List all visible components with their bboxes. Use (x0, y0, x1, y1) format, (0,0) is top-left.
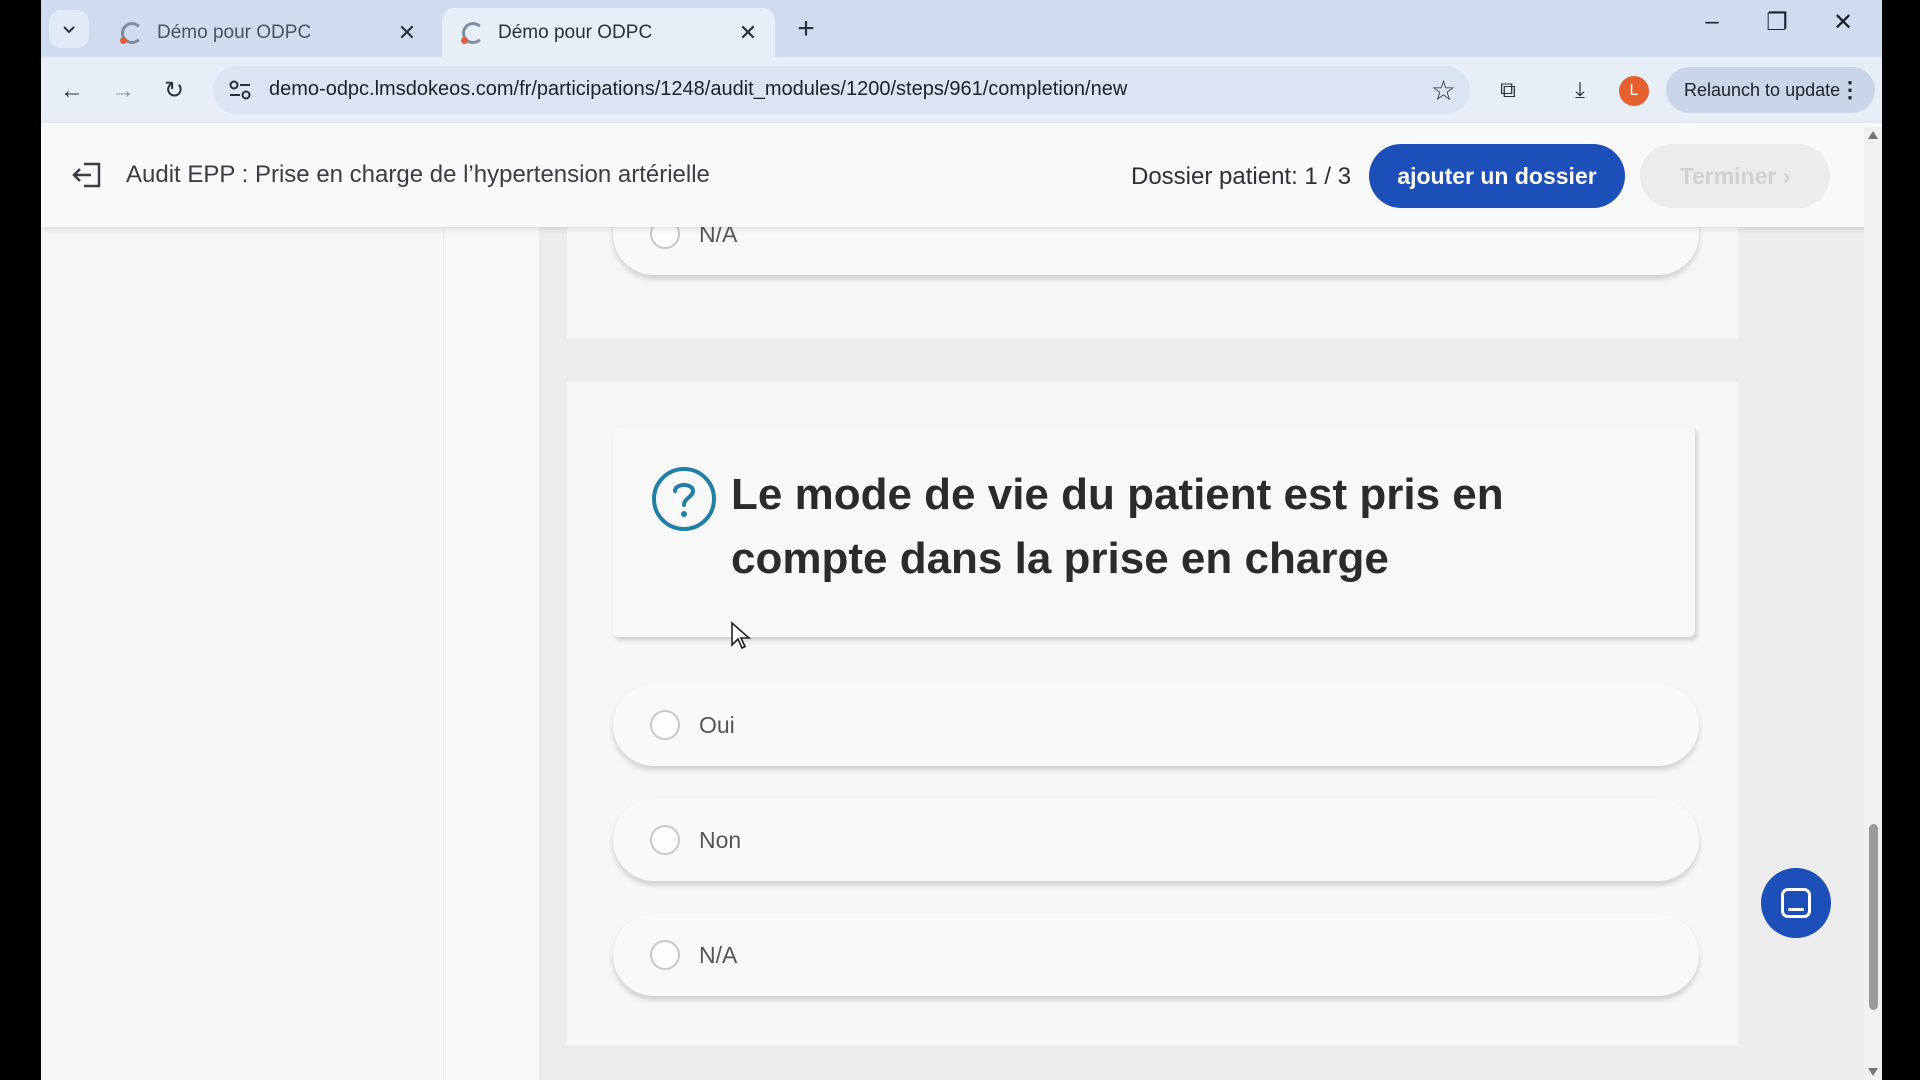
radio-button[interactable] (650, 940, 680, 970)
tab-search-button[interactable] (49, 10, 89, 48)
add-dossier-button[interactable]: ajouter un dossier (1369, 144, 1625, 208)
page-title: Audit EPP : Prise en charge de l’hyperte… (126, 161, 710, 188)
app-header: Audit EPP : Prise en charge de l’hyperte… (41, 123, 1882, 227)
main-area: N/A Le mode de vie du patient est pris e… (41, 193, 1882, 1080)
back-icon[interactable]: ← (55, 74, 89, 108)
option-oui[interactable]: Oui (613, 684, 1699, 766)
extensions-icon[interactable]: ⧉ (1490, 72, 1526, 108)
finish-label: Terminer (1679, 163, 1777, 189)
chat-icon (1781, 888, 1811, 918)
radio-button[interactable] (650, 710, 680, 740)
tab-title: Démo pour ODPC (157, 21, 312, 43)
restore-icon[interactable]: ❐ (1757, 8, 1797, 37)
address-bar[interactable]: demo-odpc.lmsdokeos.com/fr/participation… (213, 66, 1470, 114)
question-card: Le mode de vie du patient est pris en co… (567, 382, 1738, 1046)
scrollbar-thumb[interactable] (1869, 824, 1878, 1010)
new-tab-button[interactable]: + (789, 12, 823, 46)
close-icon[interactable]: ✕ (394, 20, 420, 46)
scroll-down-icon[interactable] (1868, 1068, 1878, 1076)
close-icon[interactable]: ✕ (735, 20, 761, 46)
tab-strip: Démo pour ODPC ✕ Démo pour ODPC ✕ + – ❐ … (41, 0, 1882, 57)
menu-dots-icon[interactable]: ⋮ (1839, 67, 1861, 113)
previous-question-card: N/A (567, 193, 1738, 339)
profile-avatar[interactable]: L (1619, 76, 1649, 106)
questions-panel[interactable]: N/A Le mode de vie du patient est pris e… (539, 193, 1882, 1080)
download-icon[interactable]: ⤓ (1562, 72, 1598, 108)
left-sidebar (41, 227, 444, 1080)
option-na[interactable]: N/A (613, 914, 1699, 996)
chat-widget-button[interactable] (1761, 868, 1831, 938)
tab-title: Démo pour ODPC (498, 21, 653, 43)
option-non[interactable]: Non (613, 799, 1699, 881)
scroll-up-icon[interactable] (1868, 131, 1878, 139)
url-text: demo-odpc.lmsdokeos.com/fr/participation… (269, 78, 1128, 100)
mouse-cursor-icon (731, 621, 752, 650)
option-label: Oui (699, 712, 735, 738)
browser-toolbar: ← → ↻ demo-odpc.lmsdokeos.com/fr/partici… (41, 57, 1882, 123)
page-scrollbar[interactable] (1864, 127, 1882, 1080)
relaunch-label: Relaunch to update (1684, 80, 1841, 100)
option-label: N/A (699, 942, 738, 968)
finish-button[interactable]: Terminer › (1640, 144, 1830, 208)
site-settings-icon[interactable] (227, 78, 253, 102)
loading-spinner-icon (461, 21, 484, 44)
relaunch-button[interactable]: Relaunch to update ⋮ (1666, 67, 1875, 113)
question-box: Le mode de vie du patient est pris en co… (613, 427, 1695, 637)
reload-icon[interactable]: ↻ (157, 74, 191, 108)
bookmark-star-icon[interactable]: ☆ (1431, 74, 1456, 107)
browser-window: Démo pour ODPC ✕ Démo pour ODPC ✕ + – ❐ … (41, 0, 1882, 1080)
tab-active[interactable]: Démo pour ODPC ✕ (442, 8, 775, 57)
question-circle-icon (652, 467, 716, 531)
exit-icon[interactable] (71, 158, 105, 192)
question-text: Le mode de vie du patient est pris en co… (731, 470, 1504, 583)
forward-icon[interactable]: → (106, 74, 140, 108)
dossier-counter: Dossier patient: 1 / 3 (1131, 163, 1352, 190)
chevron-right-icon: › (1782, 163, 1791, 189)
gutter (445, 227, 539, 1080)
loading-spinner-icon (120, 21, 143, 44)
radio-button[interactable] (650, 825, 680, 855)
minimize-icon[interactable]: – (1692, 8, 1732, 36)
tab-inactive[interactable]: Démo pour ODPC ✕ (101, 8, 434, 57)
close-window-icon[interactable]: ✕ (1823, 8, 1863, 37)
chevron-down-icon (63, 26, 75, 34)
option-label: Non (699, 827, 742, 853)
